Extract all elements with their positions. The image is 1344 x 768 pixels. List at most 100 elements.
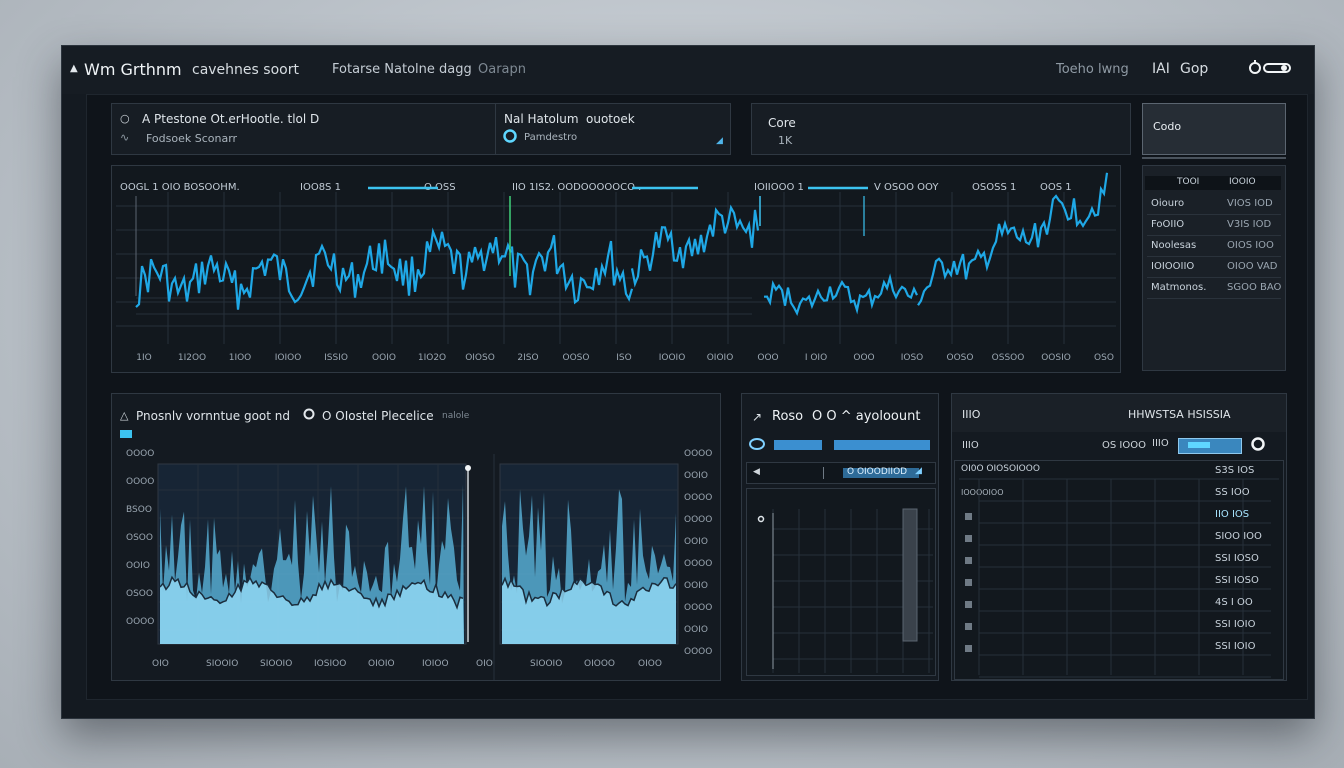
trade-value: SSI IOSO [1215, 553, 1259, 564]
order-input-bar[interactable]: ◀ O OIOODIIOD ◢ [746, 462, 936, 484]
order-title-b: O O ^ ayoloount [812, 409, 921, 424]
chart-label: IOIIOOO 1 [754, 182, 804, 193]
watchlist-row-label[interactable]: IOIOOIIO [1151, 261, 1194, 272]
watchlist-row-label[interactable]: FoOIIO [1151, 219, 1184, 230]
power-toggle-icon[interactable] [1246, 58, 1292, 81]
trade-row-marker[interactable] [965, 579, 972, 586]
trade-row-marker[interactable] [965, 645, 972, 652]
card2-line1b: ouotoek [586, 112, 635, 126]
dashboard-window: ▲ Wm Grthnm cavehnes soort Fotarse Natol… [61, 45, 1315, 719]
order-divider [823, 467, 824, 479]
volume-x-tick: OIO [476, 659, 493, 669]
card3-line2: 1K [778, 134, 793, 147]
header-card-4[interactable]: Codo [1142, 103, 1286, 155]
card4-underline [1142, 157, 1286, 159]
volume-y-tick: OOOO [126, 617, 154, 627]
watchlist-row-value: SGOO BAO [1227, 282, 1282, 293]
watchlist-row-value: OIOO VAD [1227, 261, 1278, 272]
right-menu-group[interactable]: Gop [1180, 61, 1208, 77]
trade-header-left: IIIO [962, 408, 981, 421]
trade-row-marker[interactable] [965, 557, 972, 564]
trade-row-marker[interactable] [965, 535, 972, 542]
amount-input[interactable] [834, 440, 930, 450]
price-chart[interactable]: OOGL 1 OIO BOSOOHM. IOO8S 1O OSS IIO 1IS2.… [112, 166, 1120, 372]
x-tick: 1I2OO [178, 353, 206, 363]
order-icon: ↗ [752, 410, 763, 424]
header-card-1[interactable]: ○ A Ptestone Ot.erHootle. tlol D ∿ Fodso… [111, 103, 497, 155]
x-tick: OSO [1094, 353, 1114, 363]
volume-x-tick: OIOIO [368, 659, 395, 669]
trade-row-marker[interactable] [965, 623, 972, 630]
volume-x-tick: SIOOIO [206, 659, 238, 669]
watchlist-divider [1147, 277, 1281, 278]
volume-y-tick: OSOO [126, 533, 153, 543]
x-tick: 1IO2O [418, 353, 446, 363]
watchlist-divider [1147, 214, 1281, 215]
record-icon[interactable] [1250, 436, 1266, 455]
trade-row-marker[interactable] [965, 513, 972, 520]
volume-right-tick: OOOO [684, 493, 712, 503]
volume-right-tick: OOIO [684, 581, 708, 591]
volume-y-tick: OOOO [126, 449, 154, 459]
app-subtitle: cavehnes soort [192, 62, 299, 78]
order-title: Roso [772, 409, 804, 424]
right-menu-label[interactable]: Toeho lwng [1056, 62, 1129, 77]
watchlist-row-label[interactable]: Matmonos. [1151, 282, 1206, 293]
triangle-up-icon[interactable]: ▲ [70, 63, 78, 74]
watchlist-row-label[interactable]: Noolesas [1151, 240, 1196, 251]
volume-y-tick: OSOO [126, 589, 153, 599]
chart-label: IIO 1IS2. OODOOOOOCO . [512, 182, 641, 193]
nav-link-extra[interactable]: Oarapn [478, 62, 526, 77]
chart-label: IOO8S 1 [300, 182, 341, 193]
order-dropdown-icon[interactable]: ◢ [915, 466, 922, 476]
trade-row-marker[interactable] [965, 601, 972, 608]
header-card-2[interactable]: Nal Hatolum ouotoek Pamdestro ◢ [495, 103, 731, 155]
trade-value: 4S I OO [1215, 597, 1253, 608]
card2-line1: Nal Hatolum [504, 112, 579, 126]
x-tick: IOOIO [659, 353, 686, 363]
trade-value: SIOO IOO [1215, 531, 1262, 542]
app-title: Wm Grthnm [84, 60, 182, 79]
card1-line2: Fodsoek Sconarr [146, 132, 238, 145]
price-series [630, 204, 760, 288]
volume-right-tick: OOOO [684, 515, 712, 525]
trade-value: SSI IOIO [1215, 619, 1256, 630]
trade-toggle-knob [1188, 442, 1210, 448]
card1-line1: A Ptestone Ot.erHootle. tlol D [142, 112, 320, 126]
watchlist-row-label[interactable]: Oiouro [1151, 198, 1184, 209]
right-menu-short[interactable]: IAI [1152, 61, 1170, 77]
dropdown-icon[interactable]: ◢ [716, 136, 723, 146]
content-area: ○ A Ptestone Ot.erHootle. tlol D ∿ Fodso… [86, 94, 1308, 700]
volume-x-tick: OIOOO [584, 659, 615, 669]
volume-right-tick: OOIO [684, 625, 708, 635]
card4-label: Codo [1153, 120, 1182, 133]
watchlist-row-value: VIOS IOD [1227, 198, 1273, 209]
trade-table: OI0O OIOSOIOOO IOOOOIOO S3S IOS SS IOO IIO… [954, 460, 1284, 680]
volume-x-tick: IOIOO [422, 659, 449, 669]
order-chart [746, 488, 936, 676]
chart-label: OOGL 1 OIO BOSOOHM. [120, 182, 240, 193]
x-tick: ISO [616, 353, 631, 363]
x-tick: 1IO [136, 353, 151, 363]
header-card-3[interactable]: Core 1K [751, 103, 1131, 155]
amount-slider[interactable] [774, 440, 822, 450]
toggle-ring-icon[interactable] [748, 436, 766, 455]
chart-icon: ∿ [120, 131, 130, 144]
trade-value: SSI IOSO [1215, 575, 1259, 586]
watchlist-header [1145, 176, 1281, 190]
x-tick: OOSO [563, 353, 590, 363]
trade-header-right: HHWSTSA HSISSIA [1128, 408, 1231, 421]
trade-value: S3S IOS [1215, 465, 1255, 476]
x-tick: I OIO [805, 353, 827, 363]
watchlist-divider [1147, 298, 1281, 299]
volume-x-tick: SIOOIO [530, 659, 562, 669]
x-tick: OSSOO [992, 353, 1025, 363]
radio-icon: ○ [120, 112, 130, 125]
trade-value: IIO IOS [1215, 509, 1250, 520]
volume-x-tick: OIOO [638, 659, 662, 669]
watchlist-row-value: V3IS IOD [1227, 219, 1272, 230]
watchlist-divider [1147, 256, 1281, 257]
nav-link-main[interactable]: Fotarse Natolne dagg [332, 62, 472, 77]
volume-chart[interactable]: OOOO OOOO BSOO OSOO OOIO OSOO OOOO OOOO OOIO OOOO… [112, 394, 720, 680]
volume-x-tick: SIOOIO [260, 659, 292, 669]
